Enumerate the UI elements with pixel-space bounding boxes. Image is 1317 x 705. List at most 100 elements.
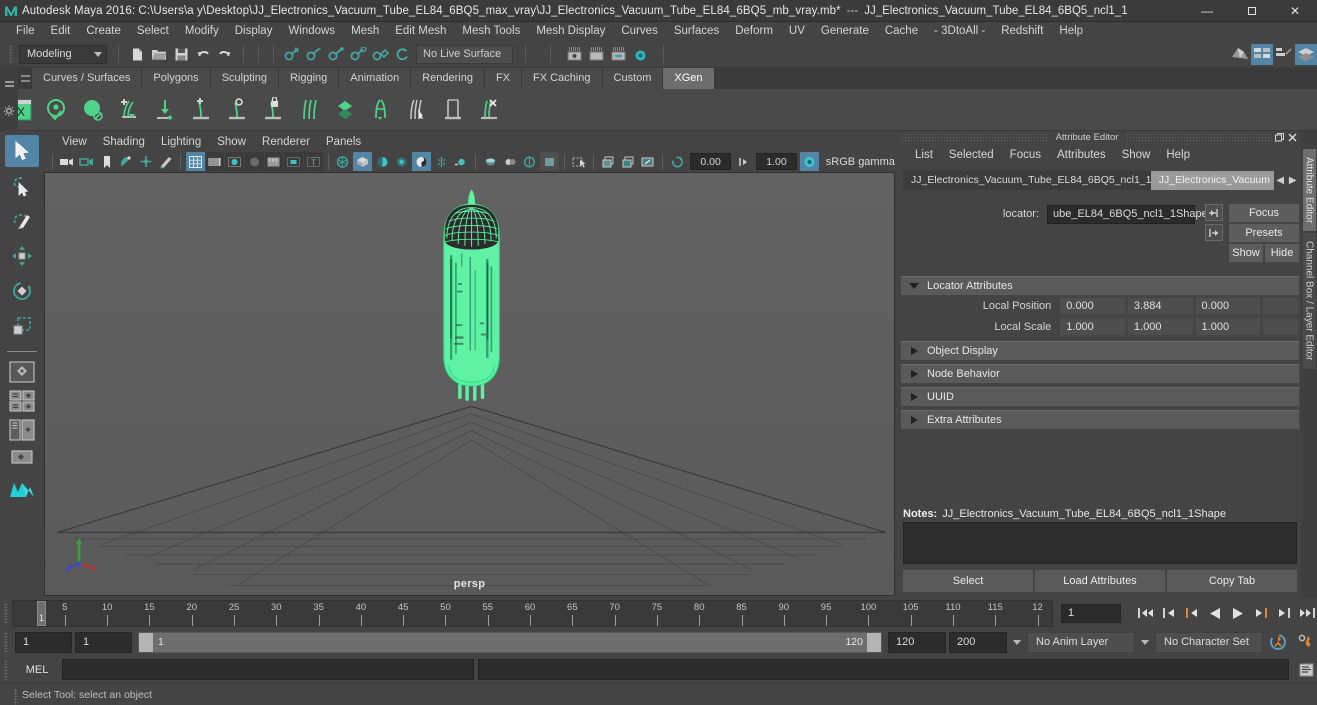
perspective-viewport[interactable]: persp: [44, 172, 895, 596]
menu-select[interactable]: Select: [129, 22, 177, 41]
four-view-layout[interactable]: [4, 388, 40, 414]
auto-keyframe-icon[interactable]: [1266, 630, 1290, 654]
panel-undock-icon[interactable]: [1273, 132, 1286, 144]
step-forward-keyframe-icon[interactable]: [1273, 601, 1294, 625]
xgen-preview-icon[interactable]: [40, 92, 74, 128]
menu-cache[interactable]: Cache: [877, 22, 926, 41]
step-back-frame-icon[interactable]: [1181, 601, 1202, 625]
locator-name-input[interactable]: ube_EL84_6BQ5_ncl1_1Shape: [1047, 204, 1208, 224]
xgen-region-icon[interactable]: [436, 92, 470, 128]
section-extra-attributes[interactable]: Extra Attributes: [901, 410, 1299, 429]
depth-of-field-icon[interactable]: [481, 152, 500, 171]
panel-close-icon[interactable]: [1286, 132, 1299, 144]
scale-tool[interactable]: [5, 310, 39, 342]
vtab-channel-box-layer-editor[interactable]: Channel Box / Layer Editor: [1302, 233, 1316, 369]
bookmark-icon[interactable]: [97, 152, 116, 171]
ae-menu-show[interactable]: Show: [1114, 144, 1159, 166]
focus-button[interactable]: Focus: [1229, 204, 1299, 222]
smooth-shade-selected-icon[interactable]: [225, 152, 244, 171]
viewport-snapshot-icon[interactable]: [599, 152, 618, 171]
select-camera-icon[interactable]: [58, 152, 77, 171]
render-view-icon[interactable]: [1229, 44, 1251, 65]
single-perspective-layout[interactable]: [4, 359, 40, 385]
snap-point-icon[interactable]: [325, 44, 347, 65]
xgen-sphere-icon[interactable]: [76, 92, 110, 128]
color-management-icon[interactable]: [800, 152, 819, 171]
help-line-grip[interactable]: [12, 686, 22, 705]
shaded-textured-icon[interactable]: [264, 152, 284, 171]
ae-menu-help[interactable]: Help: [1158, 144, 1198, 166]
menu-mesh-display[interactable]: Mesh Display: [528, 22, 613, 41]
script-editor-icon[interactable]: [1295, 659, 1317, 681]
isolate-select-icon[interactable]: [501, 152, 520, 171]
gamma-icon[interactable]: [734, 152, 753, 171]
menu-edit[interactable]: Edit: [43, 22, 79, 41]
viewport-menu-panels[interactable]: Panels: [318, 133, 369, 151]
anim-layer-selector[interactable]: No Anim Layer: [1027, 631, 1135, 653]
show-button[interactable]: Show: [1229, 244, 1263, 262]
local-position-y-field[interactable]: 3.884: [1126, 297, 1194, 315]
menu-3dtoall[interactable]: - 3DtoAll -: [926, 22, 993, 41]
two-d-pan-zoom-icon[interactable]: [137, 152, 156, 171]
viewport-menu-renderer[interactable]: Renderer: [254, 133, 318, 151]
local-scale-z-field[interactable]: 1.000: [1194, 318, 1262, 336]
make-live-icon[interactable]: [391, 44, 413, 65]
local-scale-x-field[interactable]: 1.000: [1059, 318, 1126, 336]
step-forward-frame-icon[interactable]: [1250, 601, 1271, 625]
open-scene-icon[interactable]: [148, 44, 170, 65]
rotate-tool[interactable]: [5, 275, 39, 307]
gamma-value[interactable]: 1.00: [755, 153, 798, 170]
panel-grip-left[interactable]: [901, 133, 1048, 142]
attribute-editor-icon[interactable]: [607, 44, 629, 65]
section-node-behavior[interactable]: Node Behavior: [901, 364, 1299, 383]
exposure-icon[interactable]: [668, 152, 687, 171]
menu-mesh-tools[interactable]: Mesh Tools: [454, 22, 528, 41]
ae-menu-selected[interactable]: Selected: [941, 144, 1002, 166]
menu-create[interactable]: Create: [78, 22, 129, 41]
hypershade-icon[interactable]: [1273, 44, 1295, 65]
go-to-start-icon[interactable]: [1135, 601, 1156, 625]
undo-icon[interactable]: [192, 44, 214, 65]
hide-button[interactable]: Hide: [1265, 244, 1299, 262]
xray-icon[interactable]: T: [303, 152, 323, 171]
snap-view-plane-icon[interactable]: [369, 44, 391, 65]
maya-embedded-language-icon[interactable]: [4, 475, 40, 501]
shelf-tab-fx[interactable]: FX: [484, 68, 523, 89]
shelf-tab-curves-surfaces[interactable]: Curves / Surfaces: [32, 68, 143, 89]
script-language-label[interactable]: MEL: [16, 664, 58, 676]
statusline-grip[interactable]: [7, 43, 16, 65]
save-scene-icon[interactable]: [170, 44, 192, 65]
menu-deform[interactable]: Deform: [727, 22, 781, 41]
new-scene-icon[interactable]: [126, 44, 148, 65]
chevron-left-icon[interactable]: ◀: [1274, 171, 1287, 190]
menu-file[interactable]: File: [8, 22, 43, 41]
menu-curves[interactable]: Curves: [613, 22, 665, 41]
shelf-grip[interactable]: [18, 67, 32, 89]
ae-menu-list[interactable]: List: [907, 144, 941, 166]
time-slider-grip[interactable]: [2, 600, 12, 626]
panel-grip-right[interactable]: [1126, 133, 1273, 142]
notes-textarea[interactable]: [903, 522, 1297, 564]
persp-outliner-layout[interactable]: [4, 417, 40, 443]
menuset-selector[interactable]: Modeling: [19, 44, 107, 64]
command-input[interactable]: [62, 659, 474, 680]
move-tool[interactable]: [5, 240, 39, 272]
range-slider-control[interactable]: 1 120: [138, 631, 882, 653]
output-connection-icon[interactable]: [1205, 224, 1223, 241]
presets-button[interactable]: Presets: [1229, 224, 1299, 242]
menu-redshift[interactable]: Redshift: [993, 22, 1051, 41]
menu-surfaces[interactable]: Surfaces: [666, 22, 727, 41]
persp-graph-layout[interactable]: [4, 446, 40, 472]
live-surface-field[interactable]: No Live Surface: [416, 44, 513, 64]
viewport-menu-show[interactable]: Show: [209, 133, 254, 151]
viewport-menu-shading[interactable]: Shading: [95, 133, 153, 151]
xgen-import-icon[interactable]: [148, 92, 182, 128]
shelf-tab-polygons[interactable]: Polygons: [142, 68, 211, 89]
xray-joints-icon[interactable]: [333, 152, 352, 171]
menu-windows[interactable]: Windows: [280, 22, 343, 41]
viewport-copy-icon[interactable]: [619, 152, 638, 171]
section-object-display[interactable]: Object Display: [901, 341, 1299, 360]
shelf-tab-animation[interactable]: Animation: [339, 68, 412, 89]
xgen-clump-icon[interactable]: [364, 92, 398, 128]
playback-end-field[interactable]: 120: [888, 631, 946, 653]
